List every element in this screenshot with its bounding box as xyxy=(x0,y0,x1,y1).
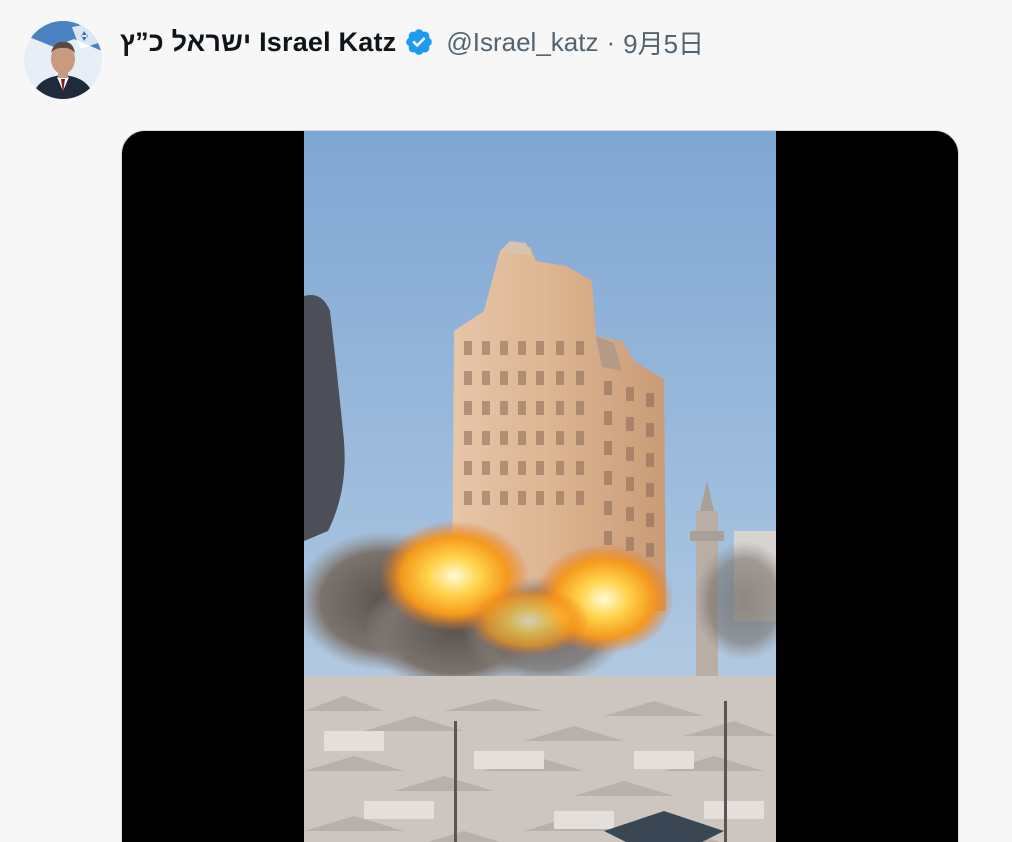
tweet: ישראל כ”ץ Israel Katz @Israel_katz · 9月5… xyxy=(0,0,1012,842)
video-frame[interactable] xyxy=(304,131,776,842)
verified-badge-icon xyxy=(404,27,434,57)
media-video-card[interactable] xyxy=(121,130,959,842)
tweet-header: ישראל כ”ץ Israel Katz @Israel_katz · 9月5… xyxy=(120,22,704,62)
video-thumbnail xyxy=(304,131,776,842)
user-handle[interactable]: @Israel_katz xyxy=(446,27,598,58)
avatar-image xyxy=(24,21,102,99)
tweet-date[interactable]: 9月5日 xyxy=(623,24,704,61)
display-name[interactable]: ישראל כ”ץ Israel Katz xyxy=(120,27,396,58)
avatar[interactable] xyxy=(24,21,102,99)
separator-dot: · xyxy=(606,26,616,57)
